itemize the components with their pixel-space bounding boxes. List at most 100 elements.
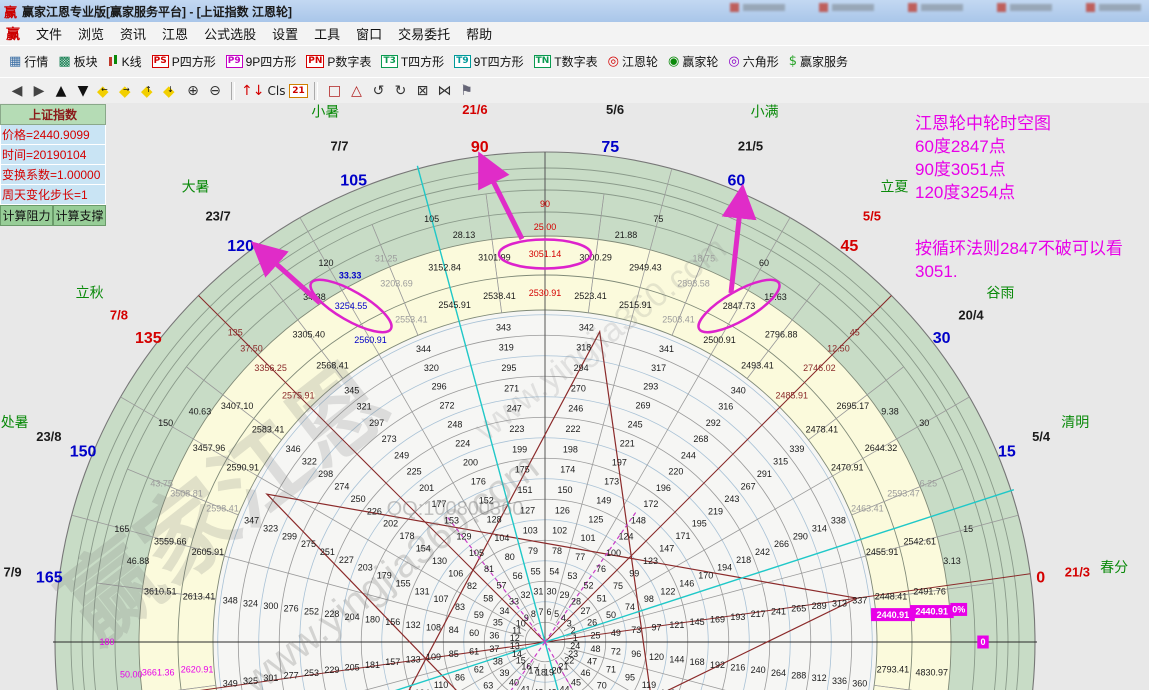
svg-text:252: 252 xyxy=(304,606,319,616)
svg-text:104: 104 xyxy=(494,533,509,543)
svg-text:95: 95 xyxy=(625,672,635,682)
tool-cls[interactable]: Cls xyxy=(266,81,286,101)
svg-text:153: 153 xyxy=(444,515,459,525)
tool-triangle-tool[interactable]: △ xyxy=(346,81,366,101)
svg-text:341: 341 xyxy=(659,344,674,354)
toolbar-p-square[interactable]: PSP四方形 xyxy=(152,53,216,70)
tool-rotate-ccw[interactable]: ↺ xyxy=(368,81,388,101)
tool-zoom-in[interactable]: ⊕ xyxy=(183,81,203,101)
svg-text:2440.91: 2440.91 xyxy=(916,607,949,617)
svg-text:181: 181 xyxy=(365,660,380,670)
svg-text:177: 177 xyxy=(432,499,447,509)
calendar-icon: 21 xyxy=(289,84,308,98)
toolbar-9p-square[interactable]: P99P四方形 xyxy=(226,53,297,70)
toolbar-9t-square[interactable]: T99T四方形 xyxy=(454,53,523,70)
tool-arrow-up[interactable]: ▲ xyxy=(51,81,71,101)
info-panel: 上证指数 价格=2440.9099时间=20190104变换系数=1.00000… xyxy=(0,104,106,226)
tool-pan-down[interactable]: ↓ xyxy=(161,81,181,101)
menu-item-7[interactable]: 窗口 xyxy=(348,25,390,44)
svg-text:345: 345 xyxy=(344,385,359,395)
t-table-icon: TN xyxy=(534,55,552,68)
svg-text:75: 75 xyxy=(613,581,623,591)
svg-text:60: 60 xyxy=(759,258,769,268)
svg-text:44: 44 xyxy=(560,684,570,690)
svg-text:3254.55: 3254.55 xyxy=(335,301,368,311)
svg-text:339: 339 xyxy=(789,444,804,454)
toolbar-quotes[interactable]: ▦行情 xyxy=(9,53,48,70)
svg-text:45: 45 xyxy=(850,327,860,337)
svg-text:150: 150 xyxy=(558,485,573,495)
svg-text:3305.40: 3305.40 xyxy=(293,329,326,339)
toolbar-winner-service[interactable]: $赢家服务 xyxy=(789,53,848,70)
svg-text:52: 52 xyxy=(584,580,594,590)
svg-text:360: 360 xyxy=(852,679,867,689)
menu-item-4[interactable]: 公式选股 xyxy=(196,25,264,44)
svg-text:54: 54 xyxy=(549,566,559,576)
svg-text:50.00: 50.00 xyxy=(120,670,143,680)
menu-item-3[interactable]: 江恩 xyxy=(154,25,196,44)
menu-item-5[interactable]: 设置 xyxy=(264,25,306,44)
svg-text:33: 33 xyxy=(509,597,519,607)
toolbar-t-square[interactable]: T3T四方形 xyxy=(381,53,444,70)
menu-item-8[interactable]: 交易委托 xyxy=(390,25,458,44)
svg-text:25: 25 xyxy=(591,630,601,640)
tool-arrow-left[interactable]: ◀ xyxy=(7,81,27,101)
svg-text:165: 165 xyxy=(114,524,129,534)
toolbar-sectors[interactable]: ▩板块 xyxy=(58,53,97,70)
9p-square-label: 9P四方形 xyxy=(246,53,297,70)
svg-text:322: 322 xyxy=(302,456,317,466)
gann-wheel-chart-area: 赢家江恩www.yingjia360.comwww.yingjia360.com… xyxy=(0,103,1149,690)
svg-text:60: 60 xyxy=(727,173,745,190)
toolbar-t-table[interactable]: TNT数字表 xyxy=(534,53,598,70)
tool-updown[interactable]: ↑↓ xyxy=(241,81,264,101)
svg-text:268: 268 xyxy=(693,434,708,444)
tool-center-tool[interactable]: ⋈ xyxy=(434,81,454,101)
svg-text:0%: 0% xyxy=(952,605,965,615)
tool-pan-right[interactable]: → xyxy=(117,81,137,101)
svg-text:38: 38 xyxy=(493,657,503,667)
menu-item-0[interactable]: 文件 xyxy=(28,25,70,44)
info-row-3: 周天变化步长=1 xyxy=(0,185,106,205)
svg-text:199: 199 xyxy=(512,444,527,454)
menu-item-9[interactable]: 帮助 xyxy=(458,25,500,44)
tool-pan-up[interactable]: ↑ xyxy=(139,81,159,101)
toolbar-winner-wheel[interactable]: ◉赢家轮 xyxy=(668,53,718,70)
svg-text:31.25: 31.25 xyxy=(375,254,398,264)
svg-text:154: 154 xyxy=(416,544,431,554)
svg-text:4: 4 xyxy=(561,613,566,623)
tool-box-select[interactable]: ⊠ xyxy=(412,81,432,101)
toolbar-kline[interactable]: K线 xyxy=(108,53,142,70)
svg-text:2898.58: 2898.58 xyxy=(677,279,710,289)
svg-text:291: 291 xyxy=(757,469,772,479)
svg-text:130: 130 xyxy=(432,556,447,566)
svg-text:77: 77 xyxy=(575,552,585,562)
menu-item-6[interactable]: 工具 xyxy=(306,25,348,44)
svg-text:2485.91: 2485.91 xyxy=(776,390,809,400)
svg-text:2793.41: 2793.41 xyxy=(877,665,910,675)
svg-text:2508.41: 2508.41 xyxy=(662,315,695,325)
tool-calendar[interactable]: 21 xyxy=(288,81,308,101)
calc-resistance-button[interactable]: 计算阻力 xyxy=(0,205,53,226)
menu-item-2[interactable]: 资讯 xyxy=(112,25,154,44)
tool-rect-tool[interactable]: □ xyxy=(324,81,344,101)
svg-text:2515.91: 2515.91 xyxy=(619,300,652,310)
svg-text:170: 170 xyxy=(698,571,713,581)
menu-item-1[interactable]: 浏览 xyxy=(70,25,112,44)
calc-support-button[interactable]: 计算支撑 xyxy=(53,205,106,226)
svg-text:151: 151 xyxy=(517,485,532,495)
tool-pin-tool[interactable]: ⚑ xyxy=(456,81,476,101)
svg-text:小满: 小满 xyxy=(751,104,779,120)
svg-text:195: 195 xyxy=(692,519,707,529)
svg-text:105: 105 xyxy=(340,173,367,190)
svg-text:2583.41: 2583.41 xyxy=(252,425,285,435)
toolbar-p-table[interactable]: PNP数字表 xyxy=(306,53,371,70)
toolbar-gann-wheel[interactable]: ◎江恩轮 xyxy=(608,53,658,70)
tool-pan-left[interactable]: ← xyxy=(95,81,115,101)
tool-arrow-right[interactable]: ▶ xyxy=(29,81,49,101)
tool-arrow-down[interactable]: ▼ xyxy=(73,81,93,101)
tool-rotate-cw[interactable]: ↻ xyxy=(390,81,410,101)
svg-text:270: 270 xyxy=(571,383,586,393)
svg-text:6: 6 xyxy=(546,607,551,617)
tool-zoom-out[interactable]: ⊖ xyxy=(205,81,225,101)
toolbar-hexagon[interactable]: ◎六角形 xyxy=(728,53,778,70)
